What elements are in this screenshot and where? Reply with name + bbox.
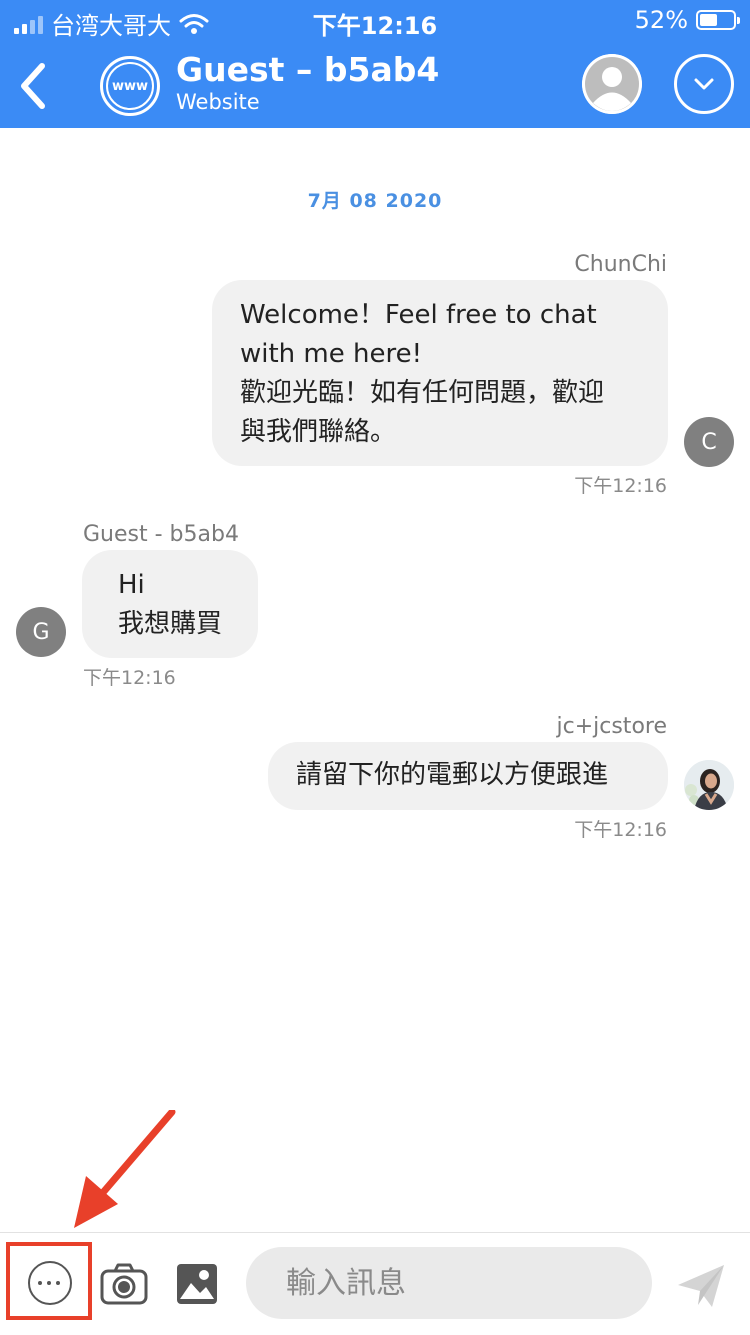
message-bubble[interactable]: 請留下你的電郵以方便跟進 [268,742,668,810]
message-sender: ChunChi [574,252,667,277]
camera-button[interactable] [100,1263,148,1305]
message-time: 下午12:16 [574,819,667,841]
message-time: 下午12:16 [574,475,667,497]
status-bar: 台湾大哥大 下午12:16 52% [0,0,750,40]
agent-photo-icon [684,760,734,810]
agent-avatar [684,760,734,810]
annotation-arrow-icon [74,1110,176,1228]
website-avatar[interactable]: www [100,56,160,116]
camera-icon [100,1263,148,1305]
back-button[interactable] [12,58,56,114]
chat-header: 台湾大哥大 下午12:16 52% www Guest – b5ab4 Webs… [0,0,750,128]
annotation-highlight-box [6,1242,92,1320]
status-right: 52% [634,6,740,34]
chevron-left-icon [21,63,45,109]
message-text-line: Welcome！Feel free to chat [240,300,597,330]
contact-profile-button[interactable] [582,54,642,114]
message-input[interactable] [246,1247,652,1319]
avatar: C [684,417,734,467]
message-text-line: 我想購買 [118,609,223,639]
conversation-source: Website [176,90,260,114]
message-text-line: 與我們聯絡。 [240,417,397,447]
battery-percent: 52% [634,6,688,34]
website-avatar-label: www [111,78,149,94]
message-text-line: Hi [118,570,145,600]
message-text-line: 歡迎光臨！如有任何問題，歡迎 [240,378,605,408]
gallery-button[interactable] [176,1263,218,1305]
avatar: G [16,607,66,657]
image-icon [177,1264,217,1304]
battery-icon [696,10,740,30]
message-bubble[interactable]: Hi 我想購買 [82,550,258,658]
options-dropdown-button[interactable] [674,54,734,114]
send-button[interactable] [676,1261,726,1311]
conversation-title: Guest – b5ab4 [176,50,440,89]
composer-bar [0,1232,750,1335]
message-sender: Guest - b5ab4 [83,522,239,547]
message-sender: jc+jcstore [556,714,668,739]
date-divider: 7月 08 2020 [307,190,443,212]
chevron-down-icon [694,78,714,90]
message-time: 下午12:16 [83,667,176,689]
message-text-line: with me here! [240,339,423,369]
send-icon [678,1265,724,1307]
message-text-line: 請留下你的電郵以方便跟進 [296,760,609,790]
user-icon [582,54,642,114]
message-bubble[interactable]: Welcome！Feel free to chat with me here! … [212,280,668,466]
